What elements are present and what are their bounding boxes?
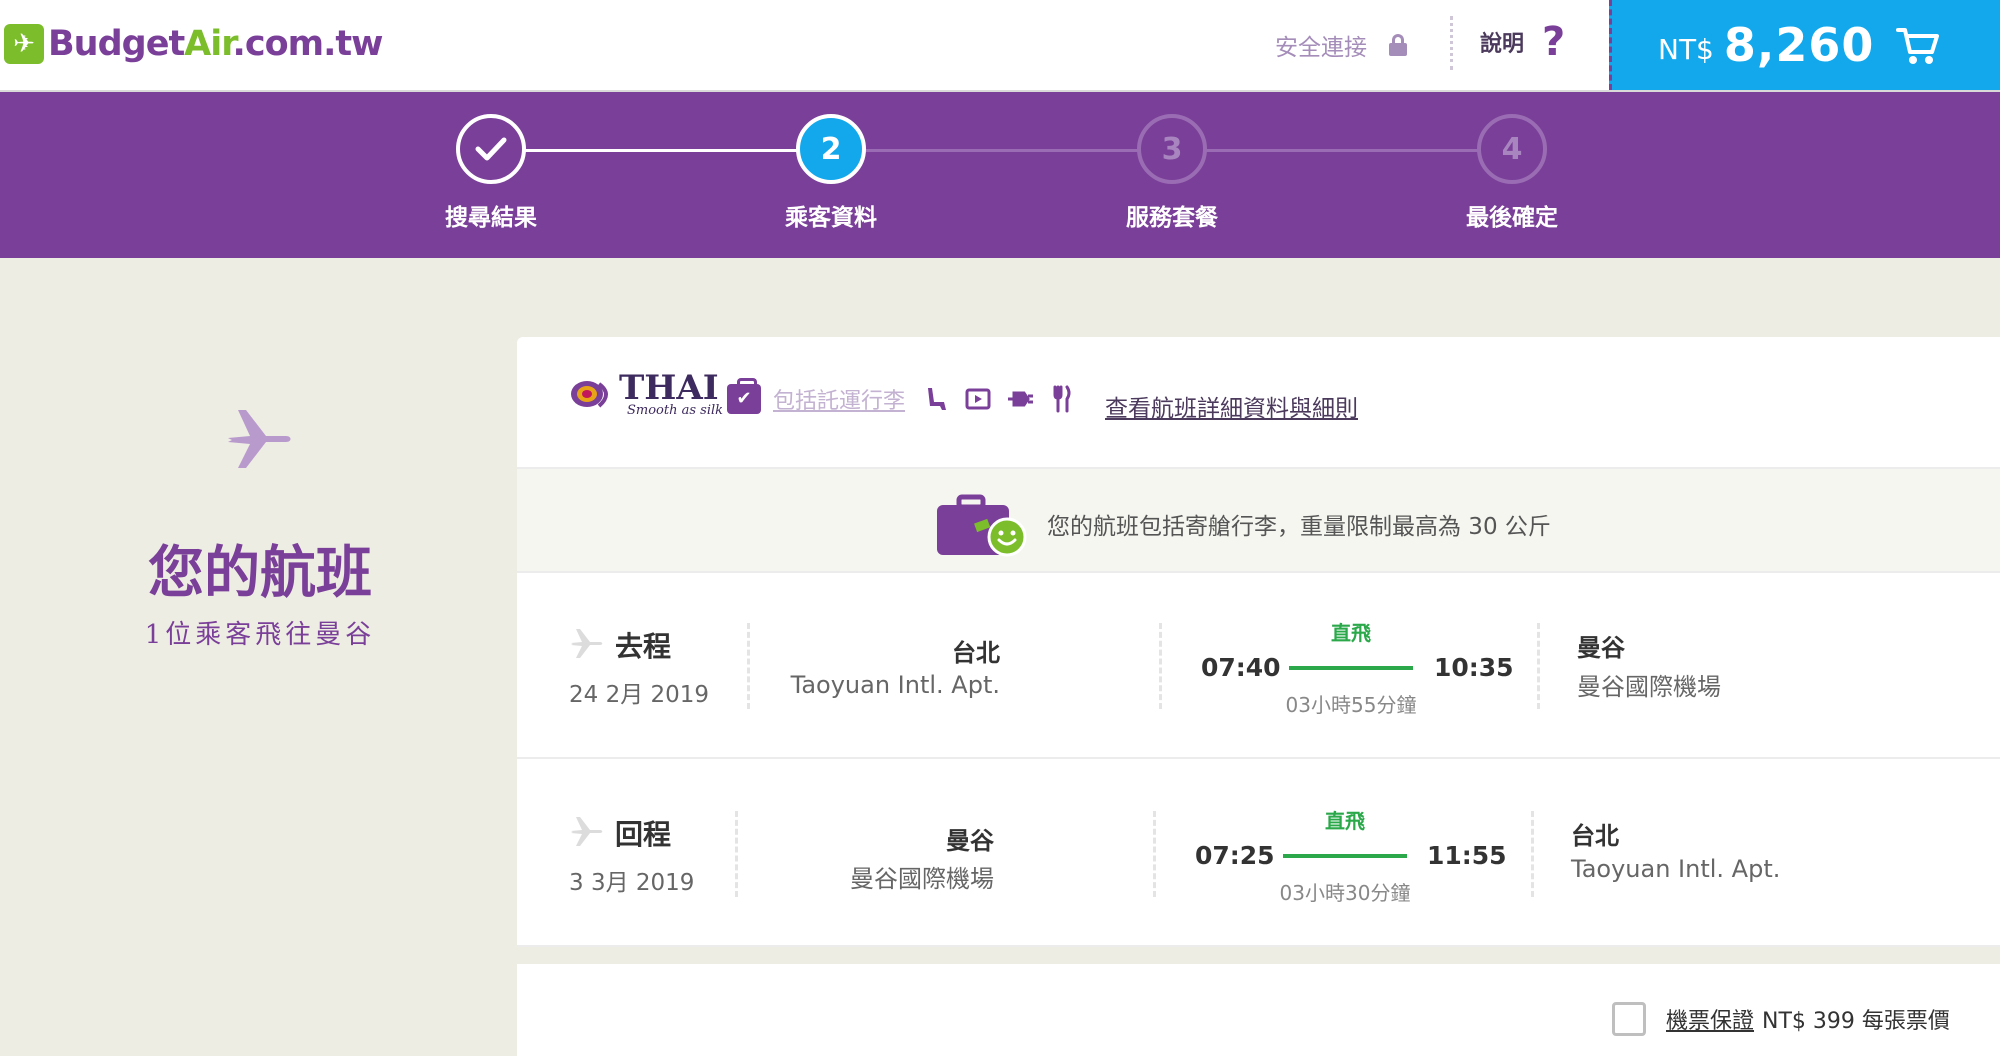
step-number: 2 (796, 114, 866, 184)
divider (1531, 811, 1534, 897)
meal-icon (1048, 385, 1076, 413)
destination-airport: Taoyuan Intl. Apt. (1571, 855, 1781, 883)
baggage-notice-text: 您的航班包括寄艙行李，重量限制最高為 30 公斤 (1047, 514, 1551, 540)
destination-city: 曼谷 (1577, 634, 1625, 662)
step-number: 3 (1137, 114, 1207, 184)
airplane-icon (224, 402, 296, 478)
arrival-time: 10:35 (1434, 653, 1514, 682)
power-plug-icon (1006, 385, 1034, 413)
suitcase-check-icon: ✔ (727, 378, 761, 414)
airline-logo: THAI Smooth as silk (569, 371, 723, 418)
lock-icon (1389, 34, 1407, 56)
step-label: 最後確定 (1466, 205, 1558, 231)
ticket-guarantee-option: 機票保證 NT$ 399 每張票價 (1612, 1002, 1950, 1036)
flight-date: 24 2月 2019 (569, 682, 710, 708)
divider (1153, 811, 1156, 897)
ticket-guarantee-link[interactable]: 機票保證 (1666, 1003, 1754, 1035)
nonstop-label: 直飛 (1325, 809, 1365, 833)
secure-label: 安全連接 (1275, 35, 1367, 61)
booking-progress-steps: 搜尋結果 2 乘客資料 3 服務套餐 4 最後確定 (0, 92, 2000, 258)
step-final-confirm: 4 最後確定 (1427, 114, 1597, 232)
shopping-cart-icon (1896, 26, 1940, 70)
checkmark-icon (456, 114, 526, 184)
thai-orchid-icon (569, 374, 615, 416)
arrival-time: 11:55 (1427, 841, 1507, 870)
ticket-guarantee-price: NT$ 399 每張票價 (1762, 1009, 1950, 1034)
seat-icon (922, 385, 950, 413)
help-link[interactable]: 說明 ? (1480, 22, 1565, 62)
flight-date: 3 3月 2019 (569, 870, 695, 896)
divider (735, 811, 738, 897)
divider (747, 623, 750, 709)
flight-path-line (1283, 854, 1407, 858)
baggage-link-text: 包括託運行李 (773, 389, 906, 414)
divider (1537, 623, 1540, 709)
step-label: 服務套餐 (1126, 205, 1218, 231)
origin-airport: Taoyuan Intl. Apt. (790, 671, 1000, 699)
step-search-results[interactable]: 搜尋結果 (406, 114, 576, 232)
step-passenger-info: 2 乘客資料 (746, 114, 916, 232)
flight-direction: 回程 (615, 818, 672, 851)
summary-title: 您的航班 (148, 540, 372, 606)
cart-amount: 8,260 (1723, 18, 1875, 72)
outbound-flight-row[interactable]: 去程 24 2月 2019 台北 Taoyuan Intl. Apt. 07:4… (517, 573, 2000, 759)
small-plane-icon (569, 625, 605, 665)
question-mark-icon: ? (1542, 19, 1566, 65)
destination-airport: 曼谷國際機場 (1577, 673, 1721, 701)
departure-time: 07:40 (1201, 653, 1281, 682)
site-logo[interactable]: ✈ BudgetAir.com.tw (4, 20, 384, 68)
secure-connection: 安全連接 (1275, 28, 1407, 62)
cart-currency: NT$ (1658, 32, 1714, 66)
flight-details-link[interactable]: 查看航班詳細資料與細則 (1105, 389, 1358, 423)
origin-city: 台北 (952, 639, 1000, 667)
airline-slogan: Smooth as silk (627, 403, 724, 418)
flight-direction: 去程 (615, 630, 672, 663)
cart-total-button[interactable]: NT$ 8,260 (1609, 0, 2000, 90)
baggage-notice: 您的航班包括寄艙行李，重量限制最高為 30 公斤 (517, 469, 2000, 573)
ticket-guarantee-checkbox[interactable] (1612, 1002, 1646, 1036)
baggage-included-link[interactable]: ✔ 包括託運行李 (727, 378, 906, 415)
step-service-package: 3 服務套餐 (1087, 114, 1257, 232)
divider (1159, 623, 1162, 709)
flight-duration: 03小時30分鐘 (1279, 881, 1411, 905)
destination-city: 台北 (1571, 822, 1619, 850)
airline-row: THAI Smooth as silk ✔ 包括託運行李 查看航班詳細資料與細則 (517, 337, 2000, 469)
step-label: 搜尋結果 (445, 205, 537, 231)
departure-time: 07:25 (1195, 841, 1275, 870)
flight-path-line (1289, 666, 1413, 670)
nonstop-label: 直飛 (1331, 621, 1371, 645)
plane-logo-icon: ✈ (4, 24, 44, 64)
origin-airport: 曼谷國際機場 (850, 865, 994, 893)
summary-subtitle: 1位乘客飛往曼谷 (144, 620, 376, 650)
step-label: 乘客資料 (785, 205, 877, 231)
origin-city: 曼谷 (946, 827, 994, 855)
flight-card: THAI Smooth as silk ✔ 包括託運行李 查看航班詳細資料與細則 (517, 337, 2000, 947)
site-header: ✈ BudgetAir.com.tw 安全連接 說明 ? NT$ 8,260 (0, 0, 2000, 92)
header-divider (1450, 16, 1453, 70)
airline-name: THAI (619, 368, 719, 408)
step-number: 4 (1477, 114, 1547, 184)
flight-duration: 03小時55分鐘 (1285, 693, 1417, 717)
luggage-smile-icon (935, 493, 1027, 557)
logo-budget-text: Budget (48, 24, 185, 64)
return-flight-row[interactable]: 回程 3 3月 2019 曼谷 曼谷國際機場 07:25 直飛 03小時30分鐘… (517, 761, 2000, 947)
help-label: 說明 (1480, 32, 1525, 57)
small-plane-icon (569, 813, 605, 853)
logo-air-text: Air (184, 24, 233, 64)
logo-domain-text: .com.tw (232, 24, 384, 64)
entertainment-icon (964, 385, 992, 413)
